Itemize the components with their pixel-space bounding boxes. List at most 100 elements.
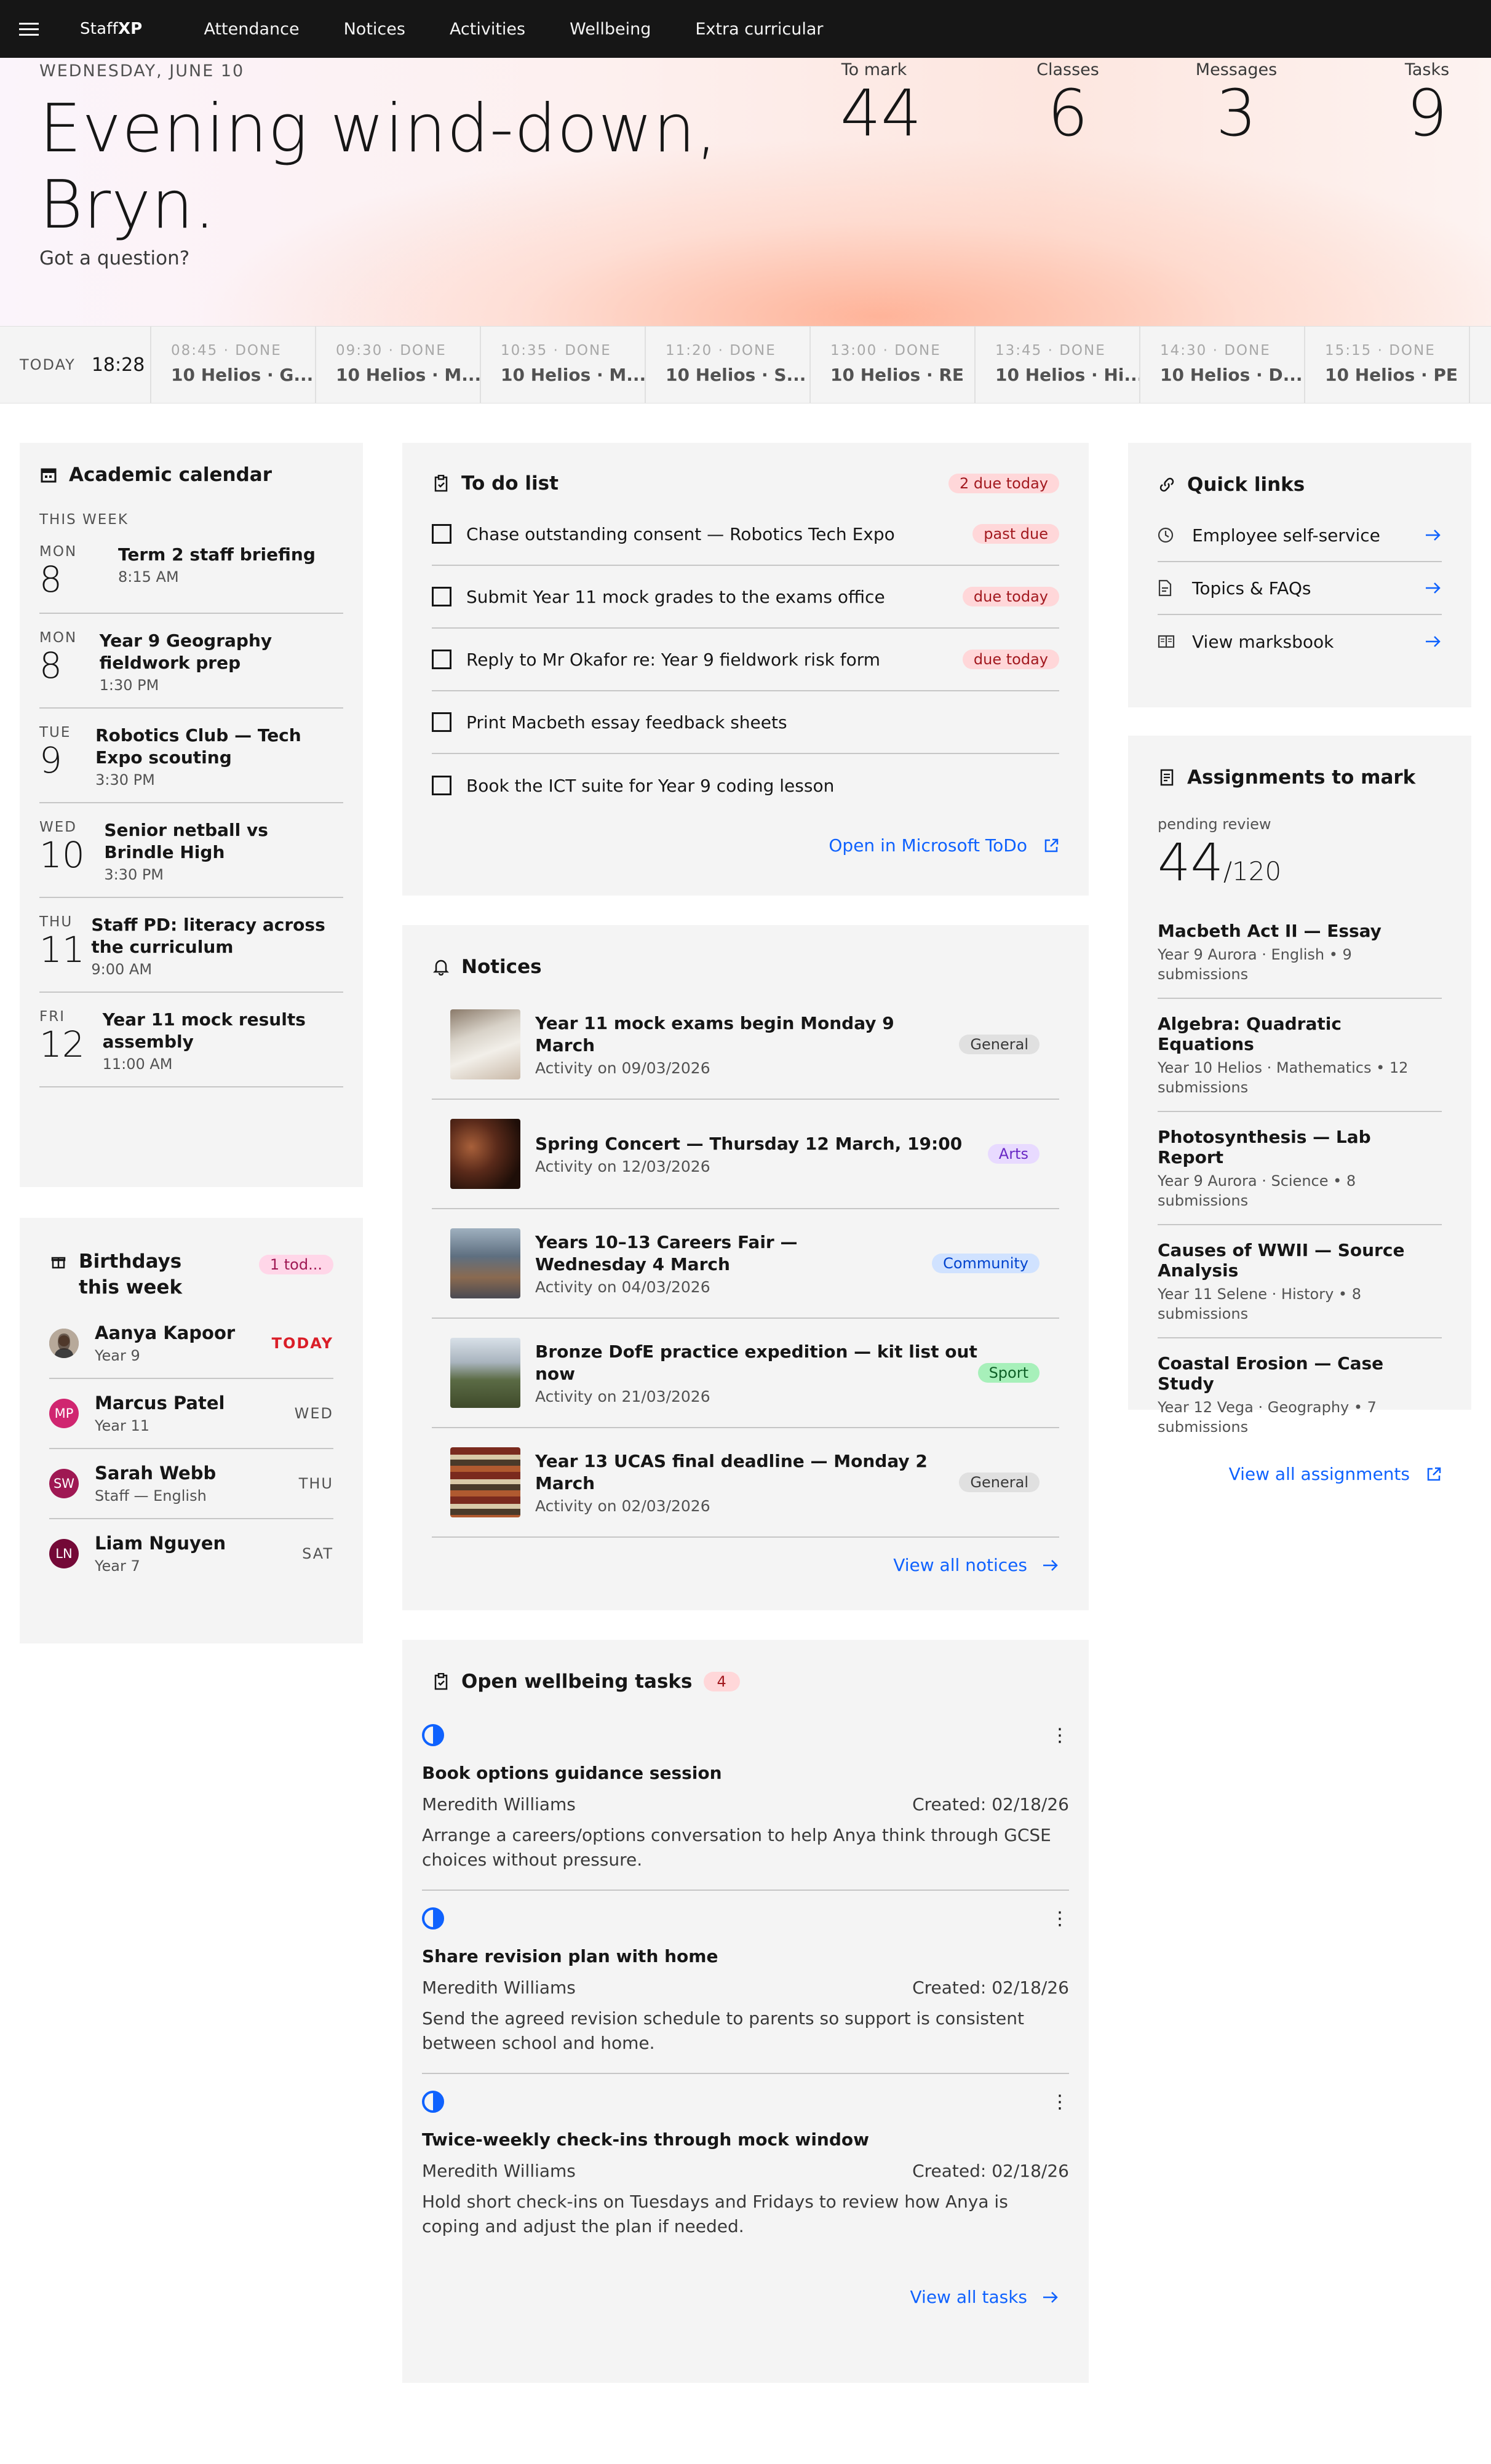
- notice-thumbnail: [450, 1119, 520, 1189]
- calendar-event[interactable]: WED 10 Senior netball vs Brindle High 3:30…: [39, 803, 343, 898]
- notice-category-tag: General: [959, 1035, 1040, 1054]
- todo-due-badge: 2 due today: [948, 474, 1059, 493]
- todo-title: To do list: [432, 472, 559, 495]
- wellbeing-task[interactable]: ⋮ Share revision plan with home Meredith…: [422, 1891, 1069, 2074]
- todo-item[interactable]: Book the ICT suite for Year 9 coding les…: [432, 754, 1059, 817]
- quick-link-topics-faqs[interactable]: Topics & FAQs: [1158, 562, 1442, 615]
- view-all-notices-link[interactable]: View all notices: [432, 1555, 1059, 1575]
- calendar-event[interactable]: FRI 12 Year 11 mock results assembly 11:00…: [39, 993, 343, 1087]
- menu-icon[interactable]: [0, 0, 58, 58]
- notices-title: Notices: [432, 956, 1059, 978]
- brand-logo[interactable]: StaffXP: [80, 20, 142, 38]
- todo-checkbox[interactable]: [432, 650, 451, 669]
- birthday-when: TODAY: [271, 1335, 333, 1352]
- todo-card: To do list 2 due today Chase outstanding…: [402, 443, 1089, 896]
- clock-icon: [1158, 527, 1176, 543]
- wellbeing-task[interactable]: ⋮ Twice-weekly check-ins through mock wi…: [422, 2074, 1069, 2256]
- hero-date: WEDNESDAY, JUNE 10: [39, 62, 245, 81]
- notice-category-tag: Sport: [977, 1363, 1040, 1383]
- stat-messages[interactable]: Messages 3: [1193, 60, 1279, 147]
- view-all-tasks-link[interactable]: View all tasks: [422, 2287, 1069, 2307]
- wellbeing-task[interactable]: ⋮ Book options guidance session Meredith…: [422, 1707, 1069, 1891]
- notice-item[interactable]: Year 13 UCAS final deadline — Monday 2 M…: [432, 1428, 1059, 1538]
- arrow-right-icon: [1042, 2291, 1059, 2304]
- todo-checkbox[interactable]: [432, 712, 451, 732]
- birthdays-today-badge: 1 tod...: [258, 1255, 333, 1274]
- todo-item[interactable]: Print Macbeth essay feedback sheets: [432, 691, 1059, 754]
- todo-item[interactable]: Reply to Mr Okafor re: Year 9 fieldwork …: [432, 629, 1059, 691]
- schedule-slot[interactable]: 13:00 · DONE 10 Helios · RE: [811, 327, 976, 403]
- calendar-event[interactable]: TUE 9 Robotics Club — Tech Expo scouting 3…: [39, 709, 343, 803]
- avatar: [49, 1329, 79, 1358]
- notice-item[interactable]: Years 10–13 Careers Fair — Wednesday 4 M…: [432, 1209, 1059, 1319]
- open-todo-link[interactable]: Open in Microsoft ToDo: [432, 835, 1059, 856]
- schedule-slot[interactable]: 15:15 · DONE 10 Helios · PE: [1305, 327, 1470, 403]
- assignment-item[interactable]: Algebra: Quadratic Equations Year 10 Hel…: [1158, 999, 1442, 1112]
- nav-item-notices[interactable]: Notices: [344, 20, 405, 39]
- link-icon: [1158, 475, 1176, 494]
- todo-status-tag: due today: [962, 650, 1059, 669]
- notice-item[interactable]: Year 11 mock exams begin Monday 9 March A…: [432, 990, 1059, 1100]
- arrow-right-icon: [1042, 1559, 1059, 1572]
- calendar-week-label: THIS WEEK: [39, 512, 129, 528]
- stat-classes[interactable]: Classes 6: [1031, 60, 1105, 147]
- birthdays-title: Birthdays this week: [49, 1249, 220, 1300]
- wellbeing-tasks-card: Open wellbeing tasks 4 ⋮ Book options gu…: [402, 1640, 1089, 2383]
- schedule-slot[interactable]: 09:30 · DONE 10 Helios · M...: [316, 327, 481, 403]
- clipboard-icon: [432, 1672, 450, 1691]
- wellbeing-title: Open wellbeing tasks 4: [422, 1671, 1069, 1693]
- schedule-slot[interactable]: 14:30 · DONE 10 Helios · D...: [1140, 327, 1305, 403]
- quick-links-title: Quick links: [1158, 474, 1442, 496]
- notice-category-tag: General: [959, 1472, 1040, 1492]
- top-navigation: StaffXP Attendance Notices Activities We…: [0, 0, 1491, 58]
- todo-item[interactable]: Chase outstanding consent — Robotics Tec…: [432, 503, 1059, 566]
- assignment-item[interactable]: Photosynthesis — Lab Report Year 9 Auror…: [1158, 1112, 1442, 1225]
- clipboard-icon: [432, 474, 450, 493]
- overflow-menu-icon[interactable]: ⋮: [1051, 1725, 1069, 1746]
- quick-links-card: Quick links Employee self-service Topics…: [1128, 443, 1471, 707]
- calendar-event[interactable]: MON 8 Year 9 Geography fieldwork prep 1:30…: [39, 614, 343, 709]
- nav-item-extra-curricular[interactable]: Extra curricular: [695, 20, 823, 39]
- todo-checkbox[interactable]: [432, 587, 451, 606]
- book-icon: [1158, 634, 1176, 649]
- todo-item[interactable]: Submit Year 11 mock grades to the exams …: [432, 566, 1059, 629]
- todo-checkbox[interactable]: [432, 776, 451, 795]
- birthday-when: SAT: [302, 1545, 333, 1562]
- overflow-menu-icon[interactable]: ⋮: [1051, 1908, 1069, 1929]
- notice-category-tag: Arts: [987, 1144, 1040, 1164]
- calendar-icon: [39, 466, 58, 484]
- calendar-event[interactable]: MON 8 Term 2 staff briefing 8:15 AM: [39, 528, 343, 614]
- schedule-current-time: TODAY 18:28: [0, 327, 151, 403]
- assignment-item[interactable]: Causes of WWII — Source Analysis Year 11…: [1158, 1225, 1442, 1338]
- birthday-item[interactable]: Aanya Kapoor Year 9 TODAY: [49, 1309, 333, 1379]
- stat-to-mark[interactable]: To mark 44: [840, 60, 921, 147]
- external-link-icon: [1043, 838, 1059, 854]
- schedule-slot[interactable]: 11:20 · DONE 10 Helios · S...: [646, 327, 811, 403]
- progress-pie-icon: [422, 1907, 444, 1929]
- notice-item[interactable]: Bronze DofE practice expedition — kit li…: [432, 1319, 1059, 1428]
- birthday-item[interactable]: LN Liam Nguyen Year 7 SAT: [49, 1519, 333, 1588]
- schedule-slot[interactable]: 08:45 · DONE 10 Helios · G...: [151, 327, 316, 403]
- nav-item-wellbeing[interactable]: Wellbeing: [570, 20, 651, 39]
- nav-item-attendance[interactable]: Attendance: [204, 20, 299, 39]
- overflow-menu-icon[interactable]: ⋮: [1051, 2091, 1069, 2113]
- quick-link-view-marksbook[interactable]: View marksbook: [1158, 615, 1442, 668]
- calendar-event[interactable]: THU 11 Staff PD: literacy across the curr…: [39, 898, 343, 993]
- stat-tasks[interactable]: Tasks 9: [1396, 60, 1458, 147]
- schedule-slot[interactable]: 13:45 · DONE 10 Helios · Hi...: [976, 327, 1140, 403]
- notice-thumbnail: [450, 1338, 520, 1408]
- birthday-item[interactable]: MP Marcus Patel Year 11 WED: [49, 1379, 333, 1449]
- assignments-card: Assignments to mark pending review 44/12…: [1128, 736, 1471, 1484]
- question-link[interactable]: Got a question?: [39, 247, 189, 269]
- view-all-assignments-link[interactable]: View all assignments: [1158, 1464, 1442, 1484]
- assignment-item[interactable]: Macbeth Act II — Essay Year 9 Aurora · E…: [1158, 906, 1442, 999]
- birthday-item[interactable]: SW Sarah Webb Staff — English THU: [49, 1449, 333, 1519]
- todo-checkbox[interactable]: [432, 524, 451, 544]
- nav-item-activities[interactable]: Activities: [450, 20, 525, 39]
- quick-link-employee-self-service[interactable]: Employee self-service: [1158, 509, 1442, 562]
- schedule-slot[interactable]: 10:35 · DONE 10 Helios · M...: [481, 327, 646, 403]
- arrow-right-icon: [1425, 528, 1442, 542]
- notice-item[interactable]: Spring Concert — Thursday 12 March, 19:0…: [432, 1100, 1059, 1209]
- assignment-item[interactable]: Coastal Erosion — Case Study Year 12 Veg…: [1158, 1338, 1442, 1450]
- academic-calendar-card: Academic calendar THIS WEEK MON 8 Term 2 …: [20, 443, 363, 1187]
